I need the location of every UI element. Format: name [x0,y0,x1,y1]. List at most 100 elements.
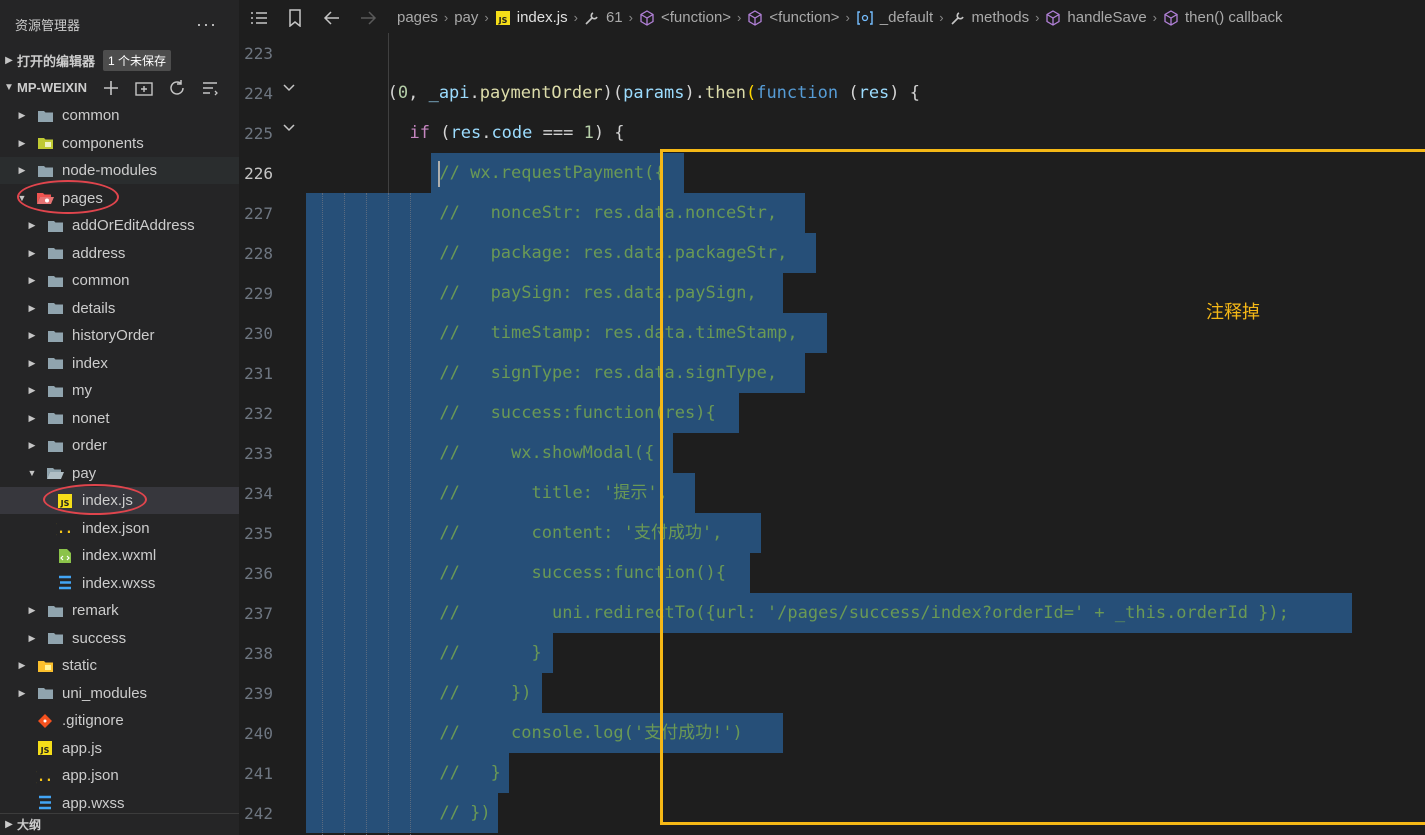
chevron-down-icon: ▼ [17,193,27,203]
tree-item-nonet[interactable]: ▶ nonet [0,405,239,432]
breadcrumb-item[interactable]: methods [950,9,1029,26]
code-token: ( [387,83,398,103]
tree-item-common[interactable]: ▶ common [0,102,239,129]
tree-item-label: details [72,299,116,317]
breadcrumb: pages › pay › JS index.js › 61 › <function> › <func… [239,0,1425,35]
code-token: res [858,83,890,103]
tree-item-addoreditaddress[interactable]: ▶ addOrEditAddress [0,212,239,239]
tree-item-details[interactable]: ▶ details [0,295,239,322]
tree-item-index-json[interactable]: {..} index.json [0,515,239,542]
chevron-right-icon: ▶ [28,302,36,313]
code-token: ). [684,83,705,103]
breadcrumb-item[interactable]: pay [454,9,478,26]
list-icon[interactable] [249,10,269,26]
line-gutter: 223 224 225 226 227 228 229 230 231 232 233 234 235 2… [239,35,306,835]
tree-item-label: index [72,354,108,372]
breadcrumb-label: handleSave [1067,9,1147,26]
code-token: // content: '支付成功', [439,523,723,543]
tree-item-historyorder[interactable]: ▶ historyOrder [0,322,239,349]
tree-item-index-wxml[interactable]: index.wxml [0,542,239,569]
code-token: ) { [889,83,921,103]
js-file-icon: JS [36,740,54,756]
collapse-all-icon[interactable] [200,78,220,98]
chevron-right-icon: ▶ [5,55,13,66]
tree-item-gitignore[interactable]: .gitignore [0,707,239,734]
tree-item-components[interactable]: ▶ components [0,130,239,157]
tree-item-order[interactable]: ▶ order [0,432,239,459]
folder-open-icon [46,465,64,481]
tree-item-pay[interactable]: ▼ pay [0,460,239,487]
tree-item-label: app.js [62,739,103,757]
chevron-right-icon: › [737,10,742,25]
chevron-right-icon: ▶ [18,137,26,148]
tree-item-index-js[interactable]: JS index.js [0,487,239,514]
more-actions-icon[interactable]: ··· [196,14,217,35]
breadcrumb-item[interactable]: handleSave [1045,9,1147,26]
line-number: 241 [244,764,273,783]
new-folder-icon[interactable] [134,78,154,98]
code-editor[interactable]: pages › pay › JS index.js › 61 › <function> › <func… [239,0,1425,835]
tree-item-my[interactable]: ▶ my [0,377,239,404]
tree-item-remark[interactable]: ▶ remark [0,597,239,624]
tree-item-index[interactable]: ▶ index [0,350,239,377]
open-editors-section[interactable]: ▶ 打开的编辑器 1 个未保存 [0,48,239,73]
tree-item-address[interactable]: ▶ address [0,240,239,267]
tree-item-static[interactable]: ▶ static [0,652,239,679]
code-line: // signType: res.data.signType, [439,353,777,393]
code-token: // }) [439,803,491,823]
bookmark-icon[interactable] [287,8,303,27]
json-file-icon: {..} [36,768,54,784]
tree-item-app-json[interactable]: {..} app.json [0,762,239,789]
code-line: // package: res.data.packageStr, [439,233,787,273]
indent-guide [387,33,389,193]
breadcrumb-item[interactable]: pages [397,9,438,26]
line-number: 228 [244,244,273,263]
back-arrow-icon[interactable] [323,10,341,26]
tree-item-label: static [62,657,98,674]
code-line: // } [439,753,500,793]
indent-guide [365,193,367,835]
project-section[interactable]: ▼ MP-WEIXIN [0,75,239,100]
breadcrumb-item[interactable]: then() callback [1163,9,1283,26]
breadcrumb-label: 61 [605,9,623,26]
cube-icon [747,9,763,26]
code-token: if [409,123,430,143]
code-token: // package: res.data.packageStr, [439,243,788,263]
chevron-right-icon: › [443,10,449,25]
fold-chevron-down-icon[interactable] [282,121,296,135]
tree-item-node-modules[interactable]: ▶ node-modules [0,157,239,184]
code-token: then [705,83,746,103]
breadcrumb-item[interactable]: <function> [639,9,731,26]
breadcrumb-item[interactable]: 61 [584,9,623,26]
line-number: 224 [244,84,273,103]
breadcrumb-item[interactable]: _default [856,9,933,26]
tree-item-label: components [62,134,144,152]
new-file-icon[interactable] [101,78,121,98]
chevron-right-icon: ▶ [5,819,13,830]
refresh-icon[interactable] [167,78,187,98]
code-token: // wx.requestPayment({ [439,163,665,183]
code-area[interactable]: (0, _api.paymentOrder)(params).then(func… [306,33,1425,835]
tree-item-pages[interactable]: ▼ pages [0,185,239,212]
chevron-right-icon: ▶ [28,275,36,285]
tree-item-app-js[interactable]: JS app.js [0,735,239,762]
open-editors-label: 打开的编辑器 [17,54,96,69]
tree-item-success[interactable]: ▶ success [0,625,239,652]
chevron-right-icon: ▶ [18,165,26,175]
fold-chevron-down-icon[interactable] [282,81,296,95]
line-number: 231 [244,364,273,383]
breadcrumb-item[interactable]: <function> [747,9,839,26]
outline-section[interactable]: ▶ 大纲 [0,813,239,835]
forward-arrow-icon[interactable] [359,10,377,26]
breadcrumb-item[interactable]: JS index.js [495,9,568,26]
breadcrumb-label: pages [397,9,438,26]
code-token: === [532,123,584,143]
tree-item-common[interactable]: ▶ common [0,267,239,294]
text-cursor [438,161,441,187]
folder-icon [36,163,54,179]
folder-icon [46,328,64,344]
tree-item-uni-modules[interactable]: ▶ uni_modules [0,680,239,707]
tree-item-index-wxss[interactable]: index.wxss [0,570,239,597]
static-folder-icon [36,658,54,674]
